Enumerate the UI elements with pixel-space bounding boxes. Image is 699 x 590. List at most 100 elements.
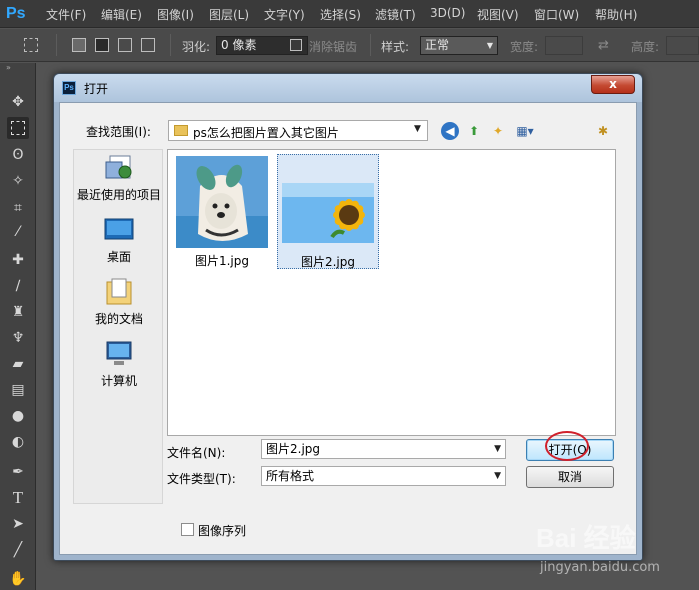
filename-input[interactable]: 图片2.jpg ▼ [261, 439, 506, 459]
marquee-tool-icon[interactable] [7, 117, 29, 139]
menu-file[interactable]: 文件(F) [46, 6, 86, 23]
menu-type[interactable]: 文字(Y) [264, 6, 305, 23]
swap-dimensions-icon[interactable]: ⇄ [598, 38, 609, 53]
filetype-label: 文件类型(T): [167, 472, 236, 486]
place-recent[interactable]: 最近使用的项目 [74, 152, 164, 212]
folder-icon [174, 125, 188, 136]
photoshop-logo: Ps [6, 5, 26, 22]
eraser-icon[interactable]: ▰ [7, 353, 29, 375]
filename-value: 图片2.jpg [266, 442, 321, 456]
highlight-circle [545, 431, 589, 461]
filename-label: 文件名(N): [167, 446, 226, 460]
dialog-titlebar[interactable]: Ps 打开 x [54, 74, 642, 102]
menu-edit[interactable]: 编辑(E) [101, 6, 142, 23]
menu-layer[interactable]: 图层(L) [209, 6, 249, 23]
file-name: 图片1.jpg [194, 254, 250, 268]
place-documents[interactable]: 我的文档 [74, 276, 164, 336]
recent-items-icon [104, 154, 134, 182]
baidu-jingyan-watermark: Bai 经验 jingyan.baidu.com [536, 518, 696, 588]
collapse-icon[interactable]: » [6, 63, 11, 72]
pen-tool-icon[interactable]: ✒ [7, 461, 29, 483]
subtract-selection-icon[interactable] [118, 38, 132, 52]
antialias-label: 消除锯齿 [309, 40, 358, 54]
watermark-brand: Bai 经验 [536, 523, 636, 553]
height-label: 高度: [631, 40, 660, 54]
watermark-url: jingyan.baidu.com [540, 560, 660, 575]
place-computer[interactable]: 计算机 [74, 338, 164, 398]
close-button[interactable]: x [591, 75, 635, 94]
lasso-tool-icon[interactable]: ʘ [7, 144, 29, 166]
image-thumbnail [282, 157, 374, 249]
chevron-down-icon: ▼ [414, 124, 421, 134]
magic-wand-icon[interactable]: ✧ [7, 170, 29, 192]
photoshop-app-icon: Ps [62, 81, 76, 95]
dialog-title: 打开 [84, 82, 109, 96]
feather-label: 羽化: [182, 40, 211, 54]
dialog-body: 查找范围(I): ps怎么把图片置入其它图片 ▼ ◀ ⬆ ✦ ▦▾ ✱ 最近使用… [59, 102, 637, 555]
chevron-down-icon: ▼ [486, 41, 493, 50]
marquee-preset-icon[interactable] [24, 38, 38, 52]
options-divider [170, 34, 171, 56]
menu-select[interactable]: 选择(S) [320, 6, 361, 23]
filetype-select[interactable]: 所有格式 ▼ [261, 466, 506, 486]
move-tool-icon[interactable]: ✥ [7, 91, 29, 113]
chevron-down-icon: ▼ [494, 471, 501, 481]
computer-icon [104, 340, 134, 368]
options-divider [56, 34, 57, 56]
antialias-checkbox[interactable] [290, 39, 302, 51]
lookin-value: ps怎么把图片置入其它图片 [193, 126, 339, 140]
place-label: 我的文档 [94, 312, 143, 326]
hand-tool-icon[interactable]: ✋ [7, 568, 29, 590]
brush-tool-icon[interactable]: ∕ [7, 275, 29, 297]
width-input[interactable] [545, 36, 583, 55]
style-value: 正常 [425, 38, 450, 52]
image-sequence-checkbox[interactable] [181, 523, 194, 536]
crop-tool-icon[interactable]: ⌗ [7, 197, 29, 219]
dodge-tool-icon[interactable]: ◐ [7, 431, 29, 453]
place-label: 最近使用的项目 [76, 188, 161, 202]
favorite-icon[interactable]: ✱ [594, 122, 612, 140]
place-label: 计算机 [100, 374, 137, 388]
menu-filter[interactable]: 滤镜(T) [375, 6, 416, 23]
blur-tool-icon[interactable]: ● [7, 405, 29, 427]
add-selection-icon[interactable] [95, 38, 109, 52]
places-bar: 最近使用的项目 桌面 我的文档 计算机 [73, 149, 163, 504]
options-bar: 羽化: 0 像素 消除锯齿 样式: 正常 ▼ 宽度: ⇄ 高度: [0, 29, 699, 62]
menu-bar: Ps 文件(F) 编辑(E) 图像(I) 图层(L) 文字(Y) 选择(S) 滤… [0, 0, 699, 28]
width-label: 宽度: [510, 40, 539, 54]
height-input[interactable] [666, 36, 699, 55]
options-divider [370, 34, 371, 56]
place-desktop[interactable]: 桌面 [74, 214, 164, 274]
path-select-icon[interactable]: ➤ [7, 513, 29, 535]
menu-window[interactable]: 窗口(W) [534, 6, 579, 23]
tools-panel: » ✥ ʘ ✧ ⌗ ⁄ ✚ ∕ ♜ ♆ ▰ ▤ ● ◐ ✒ T ➤ ╱ ✋ [0, 63, 36, 590]
new-folder-icon[interactable]: ✦ [489, 122, 507, 140]
healing-brush-icon[interactable]: ✚ [7, 249, 29, 271]
menu-3d[interactable]: 3D(D) [430, 6, 465, 20]
menu-image[interactable]: 图像(I) [157, 6, 194, 23]
style-select[interactable]: 正常 ▼ [420, 36, 498, 55]
image-thumbnail [176, 156, 268, 248]
file-list: 图片1.jpg 图片2.jpg [167, 149, 616, 436]
line-tool-icon[interactable]: ╱ [7, 539, 29, 561]
file-name: 图片2.jpg [300, 255, 356, 269]
clone-stamp-icon[interactable]: ♜ [7, 301, 29, 323]
file-item-selected[interactable]: 图片2.jpg [277, 154, 379, 269]
menu-view[interactable]: 视图(V) [477, 6, 519, 23]
lookin-dropdown[interactable]: ps怎么把图片置入其它图片 ▼ [168, 120, 428, 141]
new-selection-icon[interactable] [72, 38, 86, 52]
eyedropper-icon[interactable]: ⁄ [7, 221, 29, 243]
cancel-button[interactable]: 取消 [526, 466, 614, 488]
up-folder-icon[interactable]: ⬆ [465, 122, 483, 140]
intersect-selection-icon[interactable] [141, 38, 155, 52]
chevron-down-icon: ▼ [494, 444, 501, 454]
gradient-tool-icon[interactable]: ▤ [7, 379, 29, 401]
file-item[interactable]: 图片1.jpg [172, 154, 274, 269]
type-tool-icon[interactable]: T [7, 487, 29, 509]
place-label: 桌面 [106, 250, 131, 264]
back-icon[interactable]: ◀ [441, 122, 459, 140]
history-brush-icon[interactable]: ♆ [7, 327, 29, 349]
menu-help[interactable]: 帮助(H) [595, 6, 637, 23]
view-menu-icon[interactable]: ▦▾ [511, 122, 539, 140]
desktop-icon [104, 216, 134, 244]
